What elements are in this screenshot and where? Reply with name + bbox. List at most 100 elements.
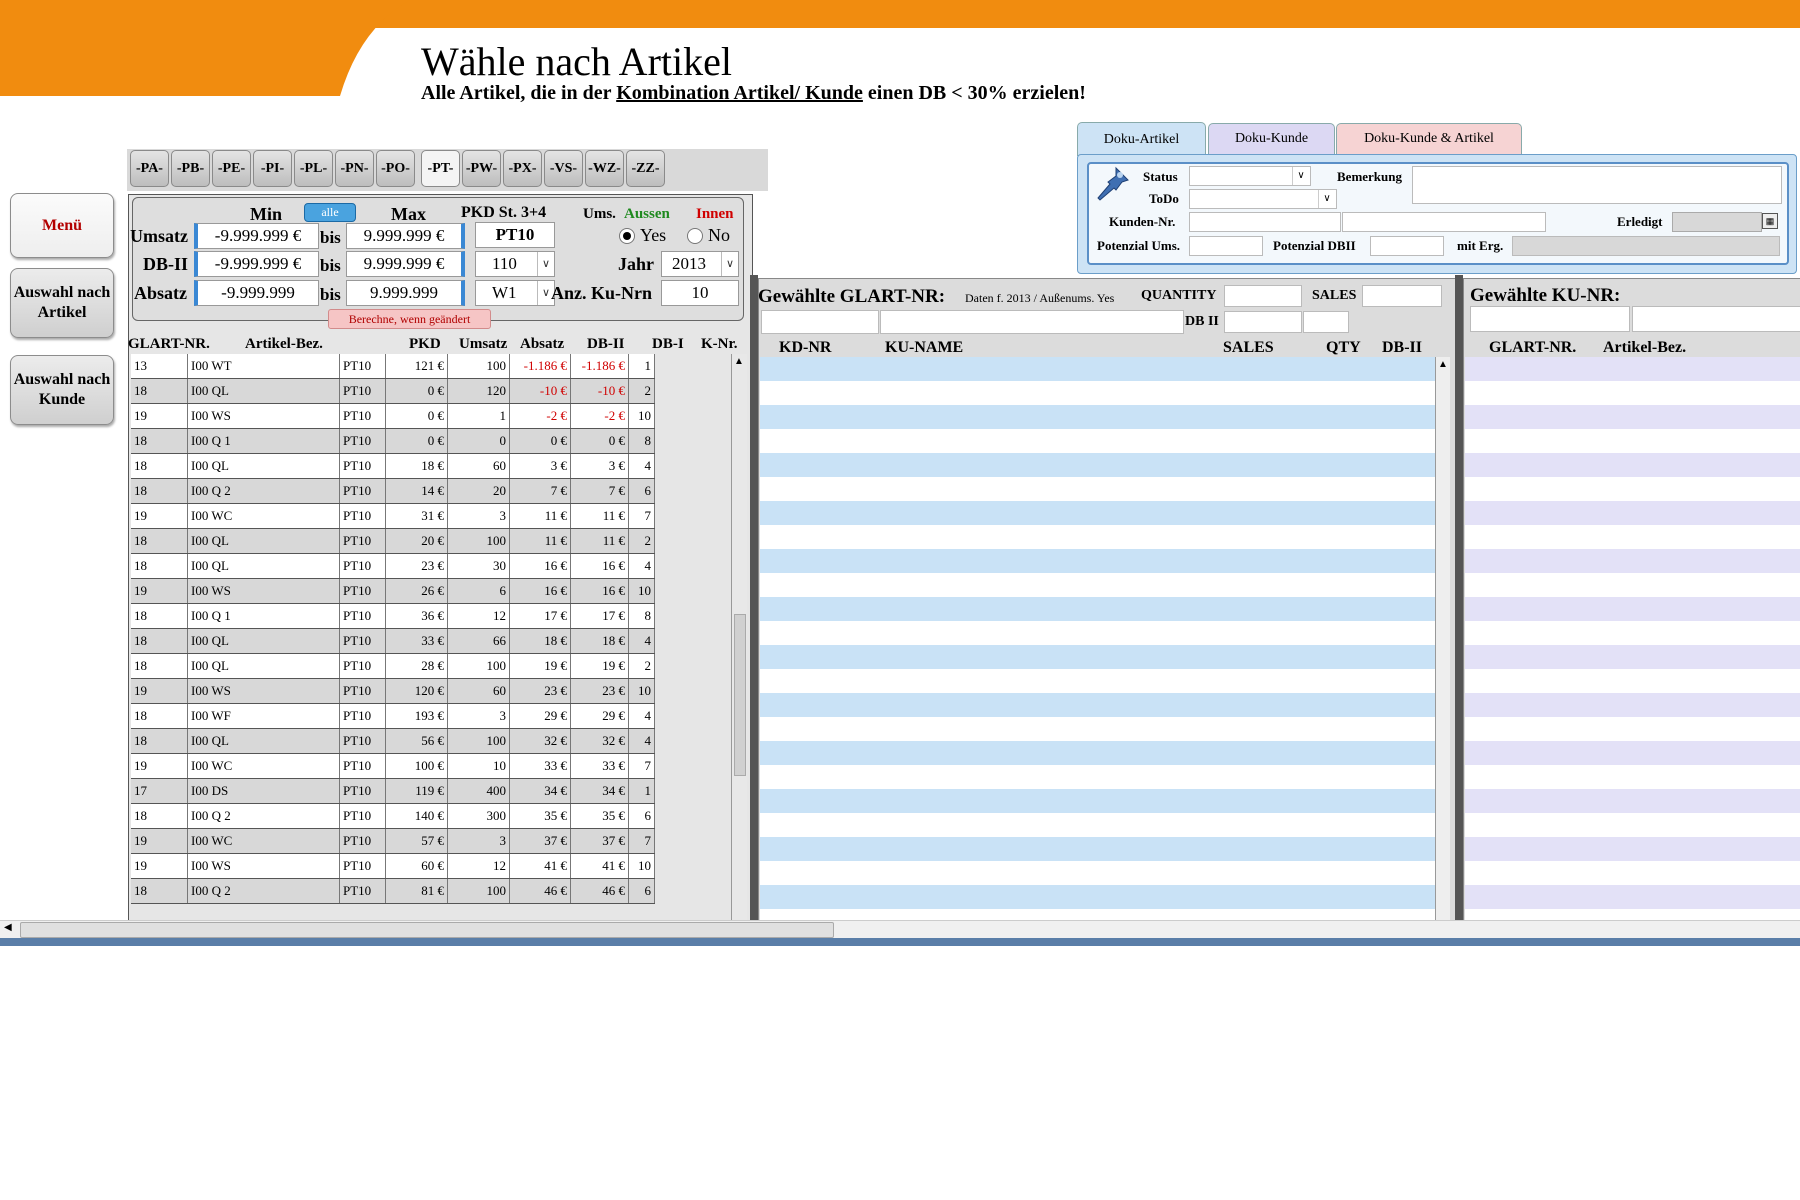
- category-tab[interactable]: -PA-: [130, 150, 169, 187]
- status-select[interactable]: ∨: [1189, 166, 1311, 186]
- table-row[interactable]: 18 I00 QL PT10 0 €120 -10 € -10 €2: [131, 379, 655, 404]
- table-row[interactable]: 13 I00 WT PT10 121 €100 -1.186 € -1.186 €1: [131, 354, 655, 379]
- list-item[interactable]: [760, 477, 1435, 501]
- list-item[interactable]: [1465, 429, 1800, 453]
- category-tab[interactable]: -VS-: [544, 150, 583, 187]
- by-article-button[interactable]: Auswahl nach Artikel: [10, 268, 114, 338]
- list-item[interactable]: [1465, 789, 1800, 813]
- article-table-scrollbar[interactable]: ▲: [731, 354, 747, 920]
- col-glart[interactable]: GLART-NR.: [128, 336, 210, 353]
- todo-select[interactable]: ∨: [1189, 189, 1337, 209]
- list-item[interactable]: [760, 453, 1435, 477]
- table-row[interactable]: 18 I00 QL PT10 18 €60 3 €3 €4: [131, 454, 655, 479]
- quantity-field[interactable]: [1224, 285, 1302, 307]
- bemerkung-field[interactable]: [1412, 166, 1782, 204]
- list-item[interactable]: [1465, 765, 1800, 789]
- potenzial-dbii-field[interactable]: [1370, 236, 1444, 256]
- col-artikel-bez[interactable]: Artikel-Bez.: [245, 336, 323, 353]
- list-item[interactable]: [1465, 381, 1800, 405]
- table-row[interactable]: 18 I00 QL PT10 23 €30 16 €16 €4: [131, 554, 655, 579]
- list-item[interactable]: [1465, 717, 1800, 741]
- list-item[interactable]: [1465, 909, 1800, 920]
- glart-name-field[interactable]: [880, 310, 1184, 334]
- scroll-thumb[interactable]: [734, 614, 746, 776]
- list-item[interactable]: [760, 765, 1435, 789]
- col-absatz[interactable]: Absatz: [520, 336, 564, 353]
- no-radio[interactable]: [687, 228, 703, 244]
- col-pkd[interactable]: PKD: [409, 336, 441, 353]
- jahr-select[interactable]: 2013 ∨: [661, 251, 739, 277]
- col-dbii[interactable]: DB-II: [1382, 339, 1422, 357]
- dbii-min-input[interactable]: -9.999.999 €: [194, 251, 319, 277]
- customer-list-scrollbar[interactable]: ▲: [1435, 357, 1450, 920]
- col-dbii[interactable]: DB-II: [587, 336, 625, 353]
- list-item[interactable]: [760, 837, 1435, 861]
- list-item[interactable]: [760, 717, 1435, 741]
- list-item[interactable]: [760, 813, 1435, 837]
- kunden-name-field[interactable]: [1342, 212, 1546, 232]
- category-tab[interactable]: -PI-: [253, 150, 292, 187]
- erledigt-date-field[interactable]: [1672, 212, 1762, 232]
- anz-kunr-input[interactable]: 10: [661, 280, 739, 306]
- list-item[interactable]: [1465, 573, 1800, 597]
- list-item[interactable]: [760, 741, 1435, 765]
- list-item[interactable]: [1465, 837, 1800, 861]
- table-row[interactable]: 18 I00 Q 2 PT10 14 €20 7 €7 €6: [131, 479, 655, 504]
- list-item[interactable]: [1465, 453, 1800, 477]
- list-item[interactable]: [760, 357, 1435, 381]
- col-artikel-bez[interactable]: Artikel-Bez.: [1603, 339, 1686, 357]
- table-row[interactable]: 19 I00 WS PT10 26 €6 16 €16 €10: [131, 579, 655, 604]
- list-item[interactable]: [760, 405, 1435, 429]
- dbii-max-input[interactable]: 9.999.999 €: [346, 251, 465, 277]
- yes-radio[interactable]: [619, 228, 635, 244]
- category-tab[interactable]: -ZZ-: [626, 150, 665, 187]
- pkd-select-w1[interactable]: W1 ∨: [475, 280, 555, 306]
- table-row[interactable]: 18 I00 QL PT10 20 €100 11 €11 €2: [131, 529, 655, 554]
- umsatz-max-input[interactable]: 9.999.999 €: [346, 223, 465, 249]
- table-row[interactable]: 18 I00 Q 2 PT10 140 €300 35 €35 €6: [131, 804, 655, 829]
- tab-doku-kunde[interactable]: Doku-Kunde: [1208, 123, 1335, 154]
- list-item[interactable]: [1465, 669, 1800, 693]
- category-tab[interactable]: -PT-: [421, 150, 460, 187]
- category-tab[interactable]: -PW-: [462, 150, 501, 187]
- table-row[interactable]: 19 I00 WC PT10 57 €3 37 €37 €7: [131, 829, 655, 854]
- col-umsatz[interactable]: Umsatz: [459, 336, 507, 353]
- list-item[interactable]: [760, 669, 1435, 693]
- category-tab[interactable]: -PE-: [212, 150, 251, 187]
- kunden-nr-field[interactable]: [1189, 212, 1341, 232]
- table-row[interactable]: 18 I00 QL PT10 33 €66 18 €18 €4: [131, 629, 655, 654]
- category-tab[interactable]: -PL-: [294, 150, 333, 187]
- col-dbi[interactable]: DB-I: [652, 336, 684, 353]
- mit-erg-field[interactable]: [1512, 236, 1780, 256]
- scroll-left-icon[interactable]: ◀: [4, 922, 12, 933]
- sales-field[interactable]: [1362, 285, 1442, 307]
- scroll-up-icon[interactable]: ▲: [734, 356, 744, 367]
- absatz-min-input[interactable]: -9.999.999: [194, 280, 319, 306]
- table-row[interactable]: 18 I00 WF PT10 193 €3 29 €29 €4: [131, 704, 655, 729]
- list-item[interactable]: [760, 549, 1435, 573]
- list-item[interactable]: [760, 789, 1435, 813]
- list-item[interactable]: [760, 525, 1435, 549]
- chevron-down-icon[interactable]: ∨: [537, 252, 554, 276]
- list-item[interactable]: [760, 693, 1435, 717]
- alle-button[interactable]: alle: [304, 203, 356, 222]
- chevron-down-icon[interactable]: ∨: [1292, 167, 1309, 185]
- horizontal-scroll-thumb[interactable]: [20, 922, 834, 938]
- dbii-pct-field[interactable]: [1303, 311, 1349, 333]
- pushpin-icon[interactable]: [1096, 166, 1130, 202]
- glart-nr-field[interactable]: [761, 310, 879, 334]
- tab-doku-artikel[interactable]: Doku-Artikel: [1077, 122, 1206, 156]
- table-row[interactable]: 19 I00 WC PT10 100 €10 33 €33 €7: [131, 754, 655, 779]
- umsatz-min-input[interactable]: -9.999.999 €: [194, 223, 319, 249]
- list-item[interactable]: [760, 645, 1435, 669]
- kuname-field[interactable]: [1632, 306, 1800, 332]
- potenzial-ums-field[interactable]: [1189, 236, 1263, 256]
- table-row[interactable]: 19 I00 WS PT10 0 €1 -2 € -2 €10: [131, 404, 655, 429]
- chevron-down-icon[interactable]: ∨: [721, 252, 738, 276]
- list-item[interactable]: [760, 861, 1435, 885]
- list-item[interactable]: [760, 573, 1435, 597]
- list-item[interactable]: [760, 381, 1435, 405]
- list-item[interactable]: [1465, 405, 1800, 429]
- table-row[interactable]: 18 I00 Q 1 PT10 36 €12 17 €17 €8: [131, 604, 655, 629]
- table-row[interactable]: 18 I00 Q 1 PT10 0 €0 0 €0 €8: [131, 429, 655, 454]
